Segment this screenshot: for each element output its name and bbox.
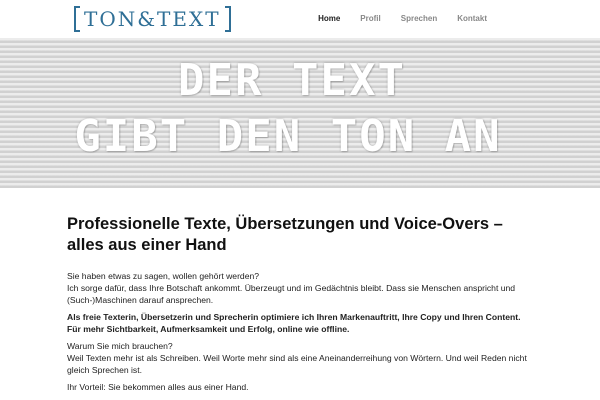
offer-paragraph: Als freie Texterin, Übersetzerin und Spr… — [67, 311, 537, 335]
offer-line-1: Als freie Texterin, Übersetzerin und Spr… — [67, 312, 521, 322]
hero-line-1: DER TEXT — [178, 55, 406, 106]
site-header: TON&TEXT Home Profil Sprechen Kontakt — [0, 0, 600, 38]
nav-item-home[interactable]: Home — [318, 14, 340, 23]
main-nav: Home Profil Sprechen Kontakt — [298, 14, 487, 23]
logo-bracket-right — [224, 6, 231, 32]
why-question: Warum Sie mich brauchen? — [67, 341, 173, 351]
hero-banner: DER TEXT GIBT DEN TON AN — [0, 38, 600, 188]
advantage-paragraph: Ihr Vorteil: Sie bekommen alles aus eine… — [67, 382, 249, 392]
nav-item-profil[interactable]: Profil — [360, 14, 380, 23]
why-paragraph: Warum Sie mich brauchen? Weil Texten meh… — [67, 340, 537, 376]
intro-text: Ich sorge dafür, dass Ihre Botschaft ank… — [67, 283, 516, 305]
intro-paragraph: Sie haben etwas zu sagen, wollen gehört … — [67, 270, 537, 306]
nav-item-kontakt[interactable]: Kontakt — [457, 14, 487, 23]
main-content: Professionelle Texte, Übersetzungen und … — [67, 214, 537, 398]
hero-line-2: GIBT DEN TON AN — [74, 111, 502, 162]
why-answer: Weil Texten mehr ist als Schreiben. Weil… — [67, 353, 527, 375]
offer-line-2: Für mehr Sichtbarkeit, Aufmerksamkeit un… — [67, 324, 350, 334]
page-headline: Professionelle Texte, Übersetzungen und … — [67, 215, 503, 254]
intro-question: Sie haben etwas zu sagen, wollen gehört … — [67, 271, 260, 281]
logo-text: TON&TEXT — [84, 7, 221, 31]
nav-item-sprechen[interactable]: Sprechen — [401, 14, 437, 23]
logo[interactable]: TON&TEXT — [74, 6, 231, 32]
